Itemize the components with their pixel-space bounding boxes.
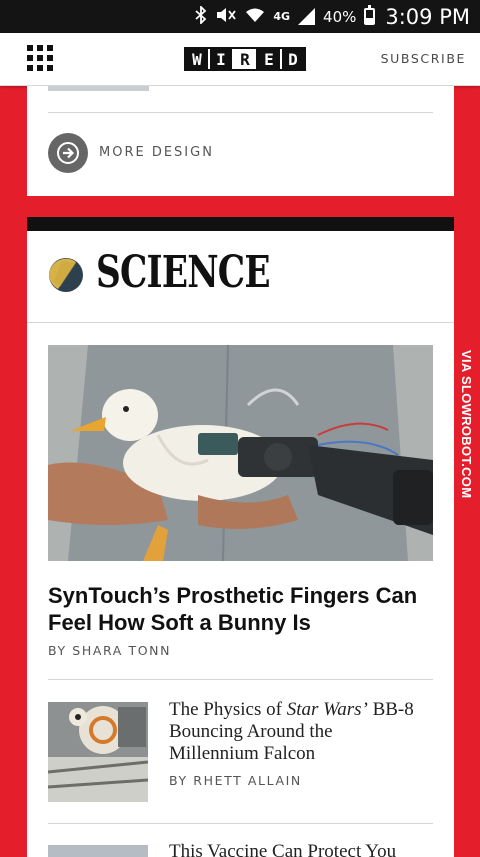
headline-text: The Physics of xyxy=(169,699,287,720)
story-headline[interactable]: This Vaccine Can Protect You xyxy=(169,841,429,857)
design-section-card: MORE DESIGN xyxy=(27,86,454,196)
app-header: W I R E D SUBSCRIBE xyxy=(0,33,480,86)
more-design-link[interactable]: MORE DESIGN xyxy=(99,145,214,160)
more-design-button[interactable] xyxy=(48,133,88,173)
wired-logo[interactable]: W I R E D xyxy=(184,47,306,71)
watermark-text: VIA SLOWROBOT.COM xyxy=(459,350,474,499)
article-thumbnail[interactable] xyxy=(48,86,149,91)
divider xyxy=(48,823,433,824)
story-thumbnail[interactable] xyxy=(48,702,148,802)
menu-grid-icon[interactable] xyxy=(27,45,53,71)
lead-story-image[interactable] xyxy=(48,345,433,561)
arrow-right-icon xyxy=(57,142,79,164)
bluetooth-icon xyxy=(195,4,207,27)
divider xyxy=(48,679,433,680)
clock: 3:09 PM xyxy=(385,4,470,29)
battery-icon xyxy=(364,5,376,25)
science-section-card: SCIENCE SynTouch’s Prosthetic Fingers Ca… xyxy=(27,217,454,857)
story-thumbnail[interactable] xyxy=(48,845,148,857)
wifi-icon xyxy=(245,7,265,26)
story-headline[interactable]: The Physics of Star Wars’ BB-8 Bouncing … xyxy=(169,699,419,765)
bb8-photo xyxy=(48,702,148,802)
science-section-icon xyxy=(49,258,83,292)
section-top-bar xyxy=(27,217,454,231)
battery-percent: 40% xyxy=(323,7,357,26)
status-bar: 4G 40% 3:09 PM xyxy=(0,0,480,33)
logo-letter: E xyxy=(258,49,282,69)
logo-letter: D xyxy=(282,49,304,69)
section-title: SCIENCE xyxy=(96,247,270,298)
story-byline[interactable]: BY RHETT ALLAIN xyxy=(169,773,302,788)
lead-story-byline[interactable]: BY SHARA TONN xyxy=(48,643,171,658)
divider xyxy=(27,322,454,323)
logo-letter: I xyxy=(210,49,234,69)
signal-icon xyxy=(298,8,316,25)
logo-letter: R xyxy=(234,49,258,69)
mute-icon xyxy=(215,7,237,26)
headline-italic-text: Star Wars’ xyxy=(286,699,368,720)
subscribe-link[interactable]: SUBSCRIBE xyxy=(381,51,466,66)
watermark: VIA SLOWROBOT.COM xyxy=(455,350,480,500)
divider xyxy=(48,112,433,113)
duck-prosthetic-photo xyxy=(48,345,433,561)
lead-story-headline[interactable]: SynTouch’s Prosthetic Fingers Can Feel H… xyxy=(48,582,433,636)
network-type: 4G xyxy=(273,10,291,23)
logo-letter: W xyxy=(186,49,210,69)
